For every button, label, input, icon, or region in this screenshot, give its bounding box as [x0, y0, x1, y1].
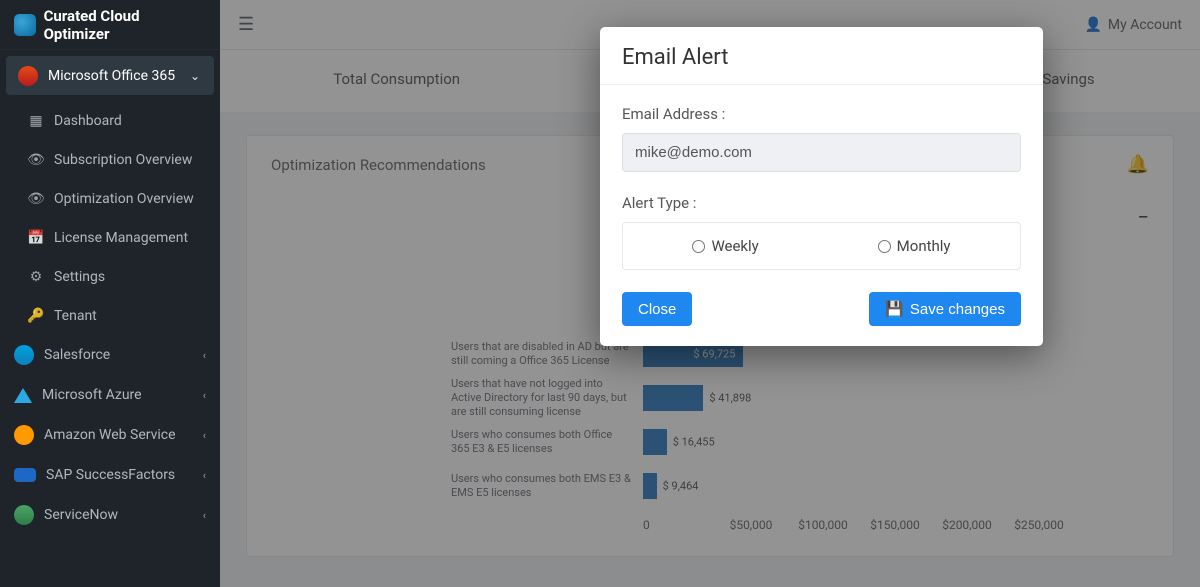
id-icon: 📅 [28, 230, 44, 246]
sidebar-service-sap-successfactors[interactable]: SAP SuccessFactors‹ [0, 455, 220, 495]
o365-icon [18, 66, 38, 86]
eye-icon: 👁 [28, 191, 44, 207]
chevron-down-icon: ⌄ [190, 69, 200, 83]
sidebar-service-amazon-web-service[interactable]: Amazon Web Service‹ [0, 415, 220, 455]
save-changes-button[interactable]: 💾 Save changes [869, 292, 1021, 326]
modal-title: Email Alert [600, 27, 1043, 85]
service-icon [14, 388, 32, 403]
brand: Curated Cloud Optimizer [0, 0, 220, 50]
alert-type-weekly[interactable]: Weekly [692, 237, 758, 255]
radio-weekly[interactable] [692, 240, 705, 253]
close-button[interactable]: Close [622, 292, 692, 326]
service-icon [14, 505, 34, 525]
sidebar-item-tenant[interactable]: 🔑Tenant [0, 296, 220, 335]
dashboard-icon: ▦ [28, 113, 44, 129]
monthly-label: Monthly [897, 237, 951, 255]
service-icon [14, 468, 36, 482]
sidebar-active-service-label: Microsoft Office 365 [48, 68, 175, 84]
service-icon [14, 345, 34, 365]
email-label: Email Address : [622, 105, 1021, 123]
save-icon: 💾 [885, 300, 904, 318]
save-label: Save changes [910, 301, 1005, 318]
alert-type-monthly[interactable]: Monthly [878, 237, 951, 255]
sidebar-item-settings[interactable]: ⚙Settings [0, 257, 220, 296]
gear-icon: ⚙ [28, 269, 44, 285]
radio-monthly[interactable] [878, 240, 891, 253]
chevron-left-icon: ‹ [203, 469, 206, 482]
chevron-left-icon: ‹ [203, 509, 206, 522]
weekly-label: Weekly [711, 237, 758, 255]
eye-icon: 👁 [28, 152, 44, 168]
sidebar-item-optimization-overview[interactable]: 👁Optimization Overview [0, 179, 220, 218]
sidebar-service-salesforce[interactable]: Salesforce‹ [0, 335, 220, 375]
alert-type-label: Alert Type : [622, 194, 1021, 212]
brand-logo-icon [14, 14, 36, 36]
sidebar-active-service[interactable]: Microsoft Office 365 ⌄ [6, 56, 214, 95]
sidebar-service-microsoft-azure[interactable]: Microsoft Azure‹ [0, 375, 220, 415]
main: ☰ 👤 My Account Total Consumption Savings… [220, 0, 1200, 587]
sidebar-item-subscription-overview[interactable]: 👁Subscription Overview [0, 140, 220, 179]
email-field[interactable] [622, 133, 1021, 172]
sidebar: Curated Cloud Optimizer Microsoft Office… [0, 0, 220, 587]
chevron-left-icon: ‹ [203, 389, 206, 402]
chevron-left-icon: ‹ [203, 429, 206, 442]
alert-type-group: Weekly Monthly [622, 222, 1021, 270]
sidebar-item-license-management[interactable]: 📅License Management [0, 218, 220, 257]
key-icon: 🔑 [28, 308, 44, 324]
service-icon [14, 425, 34, 445]
chevron-left-icon: ‹ [203, 349, 206, 362]
brand-title: Curated Cloud Optimizer [44, 7, 206, 43]
email-alert-modal: Email Alert Email Address : Alert Type :… [600, 27, 1043, 346]
sidebar-item-dashboard[interactable]: ▦Dashboard [0, 101, 220, 140]
sidebar-service-servicenow[interactable]: ServiceNow‹ [0, 495, 220, 535]
